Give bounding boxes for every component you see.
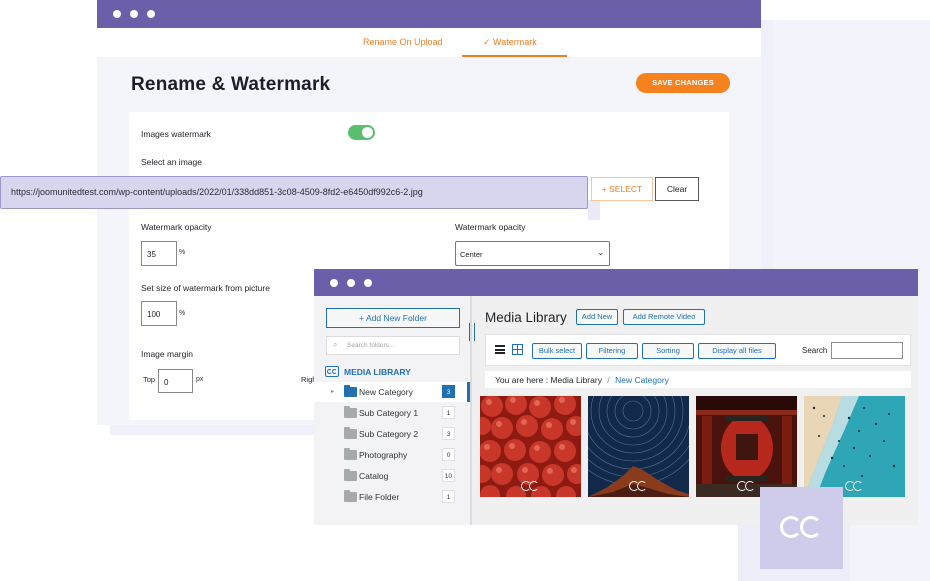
opacity-label: Watermark opacity [141, 222, 212, 232]
folder-icon [344, 469, 357, 481]
grid-view-icon[interactable] [512, 344, 523, 355]
display-all-files-button[interactable]: Display all files [698, 343, 776, 359]
breadcrumb-prefix: You are here : Media Library [495, 375, 602, 385]
margin-top-label: Top [143, 375, 156, 384]
caret-right-icon: ▸ [331, 389, 335, 395]
folder-item-sub-category-2[interactable]: Sub Category 2 3 [314, 424, 470, 444]
folder-icon [344, 385, 357, 397]
sidebar-resize-handle[interactable] [469, 323, 475, 341]
margin-top-input[interactable]: 0 [158, 369, 193, 393]
media-thumbnail-apples[interactable] [480, 396, 581, 497]
page-title: Rename & Watermark [131, 74, 331, 95]
window-titlebar [97, 0, 761, 28]
media-library-logo-icon [325, 366, 339, 377]
folder-count: 3 [442, 385, 455, 398]
media-thumbnail-temple-lantern[interactable] [696, 396, 797, 497]
chevron-down-icon: ⌄ [597, 248, 604, 257]
add-new-button[interactable]: Add New [576, 309, 618, 325]
media-thumbnail-beach-aerial[interactable] [804, 396, 905, 497]
folder-name: Sub Category 2 [359, 429, 419, 439]
search-folders-placeholder: Search folders... [347, 342, 395, 349]
folder-count: 1 [442, 406, 455, 419]
tab-rename-on-upload[interactable]: Rename On Upload [363, 37, 443, 47]
opacity-input[interactable]: 35 [141, 241, 177, 266]
watermark-position-select[interactable]: Center ⌄ [455, 241, 610, 266]
window-dot [113, 10, 121, 18]
add-new-folder-button[interactable]: + Add New Folder [326, 308, 460, 328]
logo-ring [332, 369, 337, 374]
image-margin-label: Image margin [141, 349, 193, 359]
window-dot [330, 279, 338, 287]
media-toolbar: Bulk select Filtering Sorting Display al… [485, 334, 911, 366]
list-view-icon[interactable] [495, 345, 505, 354]
watermark-position-value: Center [460, 250, 483, 259]
media-library-title: Media Library [485, 310, 567, 325]
breadcrumb-current[interactable]: New Category [615, 375, 669, 385]
folder-item-new-category[interactable]: ▸ New Category 3 [314, 382, 470, 402]
url-field-shadow [588, 200, 600, 220]
images-watermark-toggle[interactable] [348, 125, 375, 140]
sorting-button[interactable]: Sorting [642, 343, 694, 359]
tab-bar: Rename On Upload ✓ Watermark [97, 28, 761, 57]
folder-name: Catalog [359, 471, 389, 481]
search-label: Search [802, 346, 828, 355]
folder-name: New Category [359, 387, 413, 397]
clear-button[interactable]: Clear [655, 177, 699, 201]
folder-name: Photography [359, 450, 408, 460]
folder-item-file-folder[interactable]: File Folder 1 [314, 487, 470, 507]
tab-watermark[interactable]: ✓ Watermark [483, 37, 537, 48]
folder-icon [344, 490, 357, 502]
opacity-unit: % [179, 249, 186, 256]
margin-top-unit: px [196, 376, 204, 383]
brand-logo-icon [760, 487, 843, 569]
folder-icon [344, 448, 357, 460]
images-watermark-label: Images watermark [141, 129, 211, 139]
watermark-size-unit: % [179, 310, 186, 317]
media-search-input[interactable] [831, 342, 903, 359]
folder-name: File Folder [359, 492, 400, 502]
folder-count: 3 [442, 427, 455, 440]
watermark-image-url-field[interactable]: https://joomunitedtest.com/wp-content/up… [0, 176, 588, 209]
add-remote-video-button[interactable]: Add Remote Video [623, 309, 705, 325]
position-label: Watermark opacity [455, 222, 526, 232]
search-icon: ⌕ [333, 340, 338, 349]
folder-sidebar: + Add New Folder ⌕ Search folders... MED… [314, 296, 470, 525]
logo-ring [780, 516, 802, 538]
window-dot [364, 279, 372, 287]
watermark-icon [844, 481, 865, 491]
bulk-select-button[interactable]: Bulk select [532, 343, 582, 359]
filtering-button[interactable]: Filtering [586, 343, 638, 359]
folder-item-photography[interactable]: Photography 0 [314, 445, 470, 465]
media-library-heading[interactable]: MEDIA LIBRARY [344, 367, 411, 377]
toggle-knob [362, 127, 373, 138]
window-dot [347, 279, 355, 287]
watermark-icon [520, 481, 541, 491]
folder-icon [344, 427, 357, 439]
watermark-icon [628, 481, 649, 491]
window-dot [130, 10, 138, 18]
watermark-icon [736, 481, 757, 491]
breadcrumb-separator: / [607, 375, 610, 385]
media-thumbnail-star-trails[interactable] [588, 396, 689, 497]
watermark-size-label: Set size of watermark from picture [141, 283, 270, 293]
active-tab-indicator [462, 55, 567, 57]
select-image-label: Select an image [141, 157, 202, 167]
select-image-button[interactable]: + SELECT [591, 177, 653, 201]
search-folders-input[interactable]: ⌕ Search folders... [326, 336, 460, 355]
breadcrumb: You are here : Media Library / New Categ… [485, 371, 911, 388]
folder-count: 10 [441, 469, 455, 482]
window-dot [147, 10, 155, 18]
folder-icon [344, 406, 357, 418]
folder-item-catalog[interactable]: Catalog 10 [314, 466, 470, 486]
watermark-size-input[interactable]: 100 [141, 301, 177, 326]
logo-ring [800, 516, 822, 538]
save-changes-button[interactable]: SAVE CHANGES [636, 73, 730, 93]
folder-count: 0 [442, 448, 455, 461]
folder-name: Sub Category 1 [359, 408, 419, 418]
window-titlebar [314, 269, 918, 296]
folder-count: 1 [442, 490, 455, 503]
folder-item-sub-category-1[interactable]: Sub Category 1 1 [314, 403, 470, 423]
